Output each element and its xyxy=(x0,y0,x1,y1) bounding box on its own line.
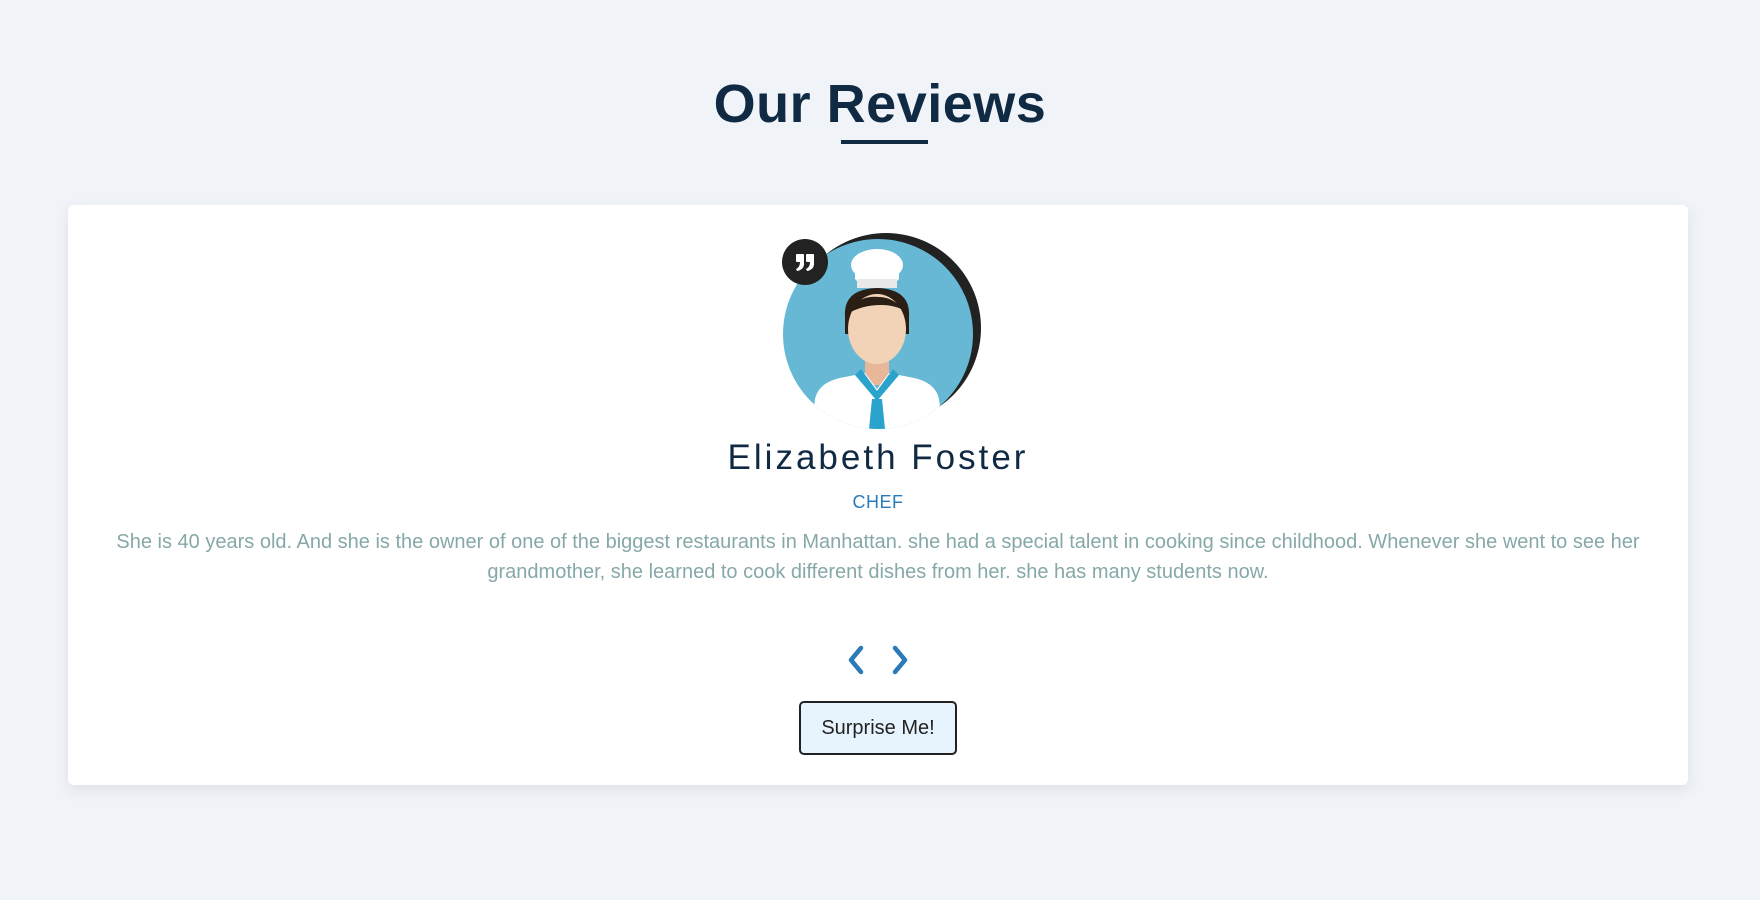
author-job: CHEF xyxy=(852,492,904,512)
quote-icon xyxy=(782,239,828,285)
author-name: Elizabeth Foster xyxy=(727,438,1029,477)
review-text: She is 40 years old. And she is the owne… xyxy=(116,531,1640,583)
next-button[interactable] xyxy=(884,642,916,678)
chevron-right-icon xyxy=(892,645,908,675)
surprise-me-button[interactable]: Surprise Me! xyxy=(799,701,957,755)
reviews-page: Our Reviews Elizabeth Foster CHEF She is… xyxy=(0,0,1760,900)
review-nav xyxy=(68,642,1688,678)
title-underline xyxy=(841,140,928,144)
review-card: Elizabeth Foster CHEF She is 40 years ol… xyxy=(68,205,1688,785)
chevron-left-icon xyxy=(848,645,864,675)
section-title: Our Reviews xyxy=(713,74,1047,134)
avatar-container xyxy=(782,229,983,429)
prev-button[interactable] xyxy=(840,642,872,678)
